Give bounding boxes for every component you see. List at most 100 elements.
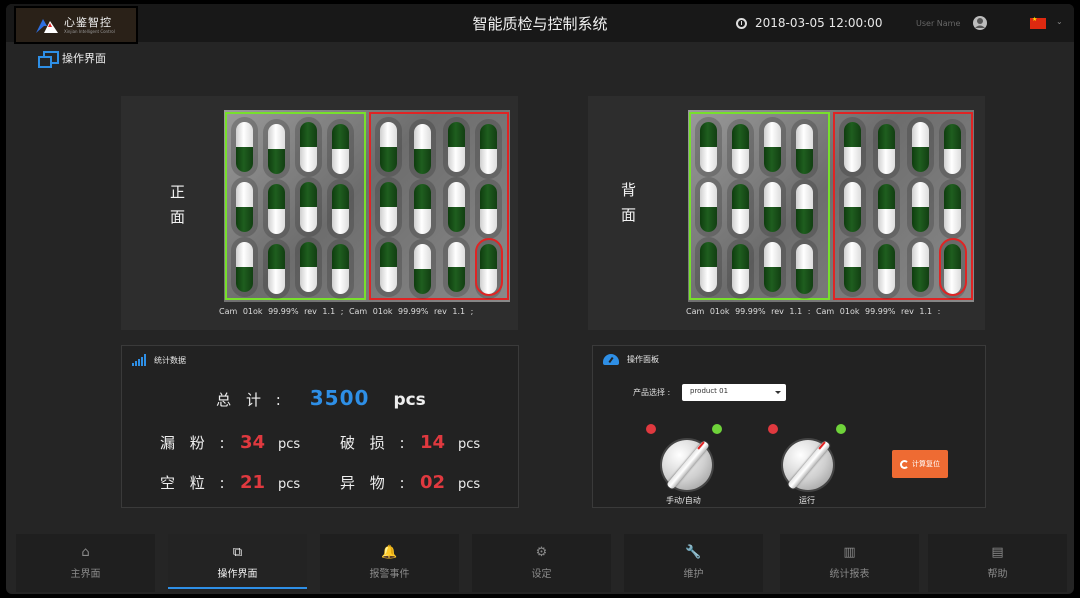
stat-unit: pcs bbox=[458, 437, 481, 452]
camera-caption-front: Cam 01ok 99.99% rev 1.1 ; Cam 01ok 99.99… bbox=[219, 307, 474, 316]
nav-alarm-events[interactable]: 🔔 报警事件 bbox=[320, 534, 459, 592]
capsule bbox=[700, 122, 717, 172]
camera-image-front[interactable] bbox=[224, 110, 510, 302]
stat-value: 34 bbox=[240, 432, 266, 453]
run-red-lamp bbox=[768, 424, 778, 434]
capsule bbox=[448, 182, 465, 232]
bar-chart-icon: ▥ bbox=[843, 545, 856, 560]
capsule bbox=[414, 184, 431, 234]
capsule bbox=[732, 124, 749, 174]
capsule bbox=[912, 122, 929, 172]
nav-statistics-report[interactable]: ▥ 统计报表 bbox=[780, 534, 919, 592]
windows-icon bbox=[38, 51, 59, 68]
nav-help[interactable]: ▤ 帮助 bbox=[928, 534, 1067, 592]
bottom-nav: ⌂ 主界面 ⧉ 操作界面 🔔 报警事件 ⚙ 设定 🔧 维护 ▥ 统计报表 ▤ 帮… bbox=[6, 530, 1074, 592]
capsule bbox=[764, 242, 781, 292]
total-count: 总 计 : 3500 pcs bbox=[122, 386, 520, 410]
clock-icon bbox=[736, 17, 747, 29]
capsule bbox=[480, 124, 497, 174]
nav-label: 设定 bbox=[531, 569, 552, 580]
capsule bbox=[844, 182, 861, 232]
camera-panel-back: 背面 Cam 01ok 99.99% rev 1.1 : Cam 01ok 99… bbox=[588, 96, 985, 330]
capsule bbox=[700, 182, 717, 232]
defect-marker bbox=[939, 238, 967, 296]
capsule bbox=[796, 124, 813, 174]
stat-unit: pcs bbox=[458, 477, 481, 492]
capsule bbox=[332, 184, 349, 234]
run-label: 运行 bbox=[799, 496, 815, 505]
capsule bbox=[380, 242, 397, 292]
user-avatar-icon[interactable] bbox=[971, 15, 989, 31]
top-bar: 心鉴智控 Xinjian Intelligent Control 智能质检与控制… bbox=[6, 4, 1074, 44]
nav-label: 维护 bbox=[683, 569, 704, 580]
capsule bbox=[944, 124, 961, 174]
capsule bbox=[796, 184, 813, 234]
product-select-label: 产品选择 : bbox=[633, 388, 671, 397]
camera-caption-back: Cam 01ok 99.99% rev 1.1 : Cam 01ok 99.99… bbox=[686, 307, 941, 316]
capsule bbox=[448, 242, 465, 292]
stat-label: 异 物 : bbox=[340, 474, 410, 492]
capsule bbox=[300, 122, 317, 172]
app-window: 心鉴智控 Xinjian Intelligent Control 智能质检与控制… bbox=[6, 4, 1074, 594]
nav-label: 主界面 bbox=[70, 569, 101, 580]
manual-auto-knob[interactable] bbox=[662, 440, 712, 490]
manual-red-lamp bbox=[646, 424, 656, 434]
manual-green-lamp bbox=[712, 424, 722, 434]
stat-value: 14 bbox=[420, 432, 446, 453]
chevron-down-icon[interactable]: ⌄ bbox=[1056, 17, 1063, 26]
counter-reset-button[interactable]: 计算复位 bbox=[892, 450, 948, 478]
capsule bbox=[796, 244, 813, 294]
capsule bbox=[380, 182, 397, 232]
capsule bbox=[878, 184, 895, 234]
control-panel-title: 操作面板 bbox=[627, 355, 659, 364]
capsule bbox=[332, 124, 349, 174]
nav-operation[interactable]: ⧉ 操作界面 bbox=[168, 534, 307, 592]
nav-label: 报警事件 bbox=[369, 569, 410, 580]
capsule bbox=[414, 124, 431, 174]
capsule bbox=[912, 182, 929, 232]
stat-unit: pcs bbox=[278, 477, 301, 492]
stat-foreign-matter: 异 物 : 02 pcs bbox=[340, 472, 480, 493]
capsule bbox=[300, 242, 317, 292]
dashboard-icon bbox=[603, 354, 619, 365]
reset-button-label: 计算复位 bbox=[912, 460, 940, 468]
capsule bbox=[878, 124, 895, 174]
side-label-front: 正面 bbox=[168, 184, 186, 234]
capsule bbox=[480, 184, 497, 234]
camera-panel-front: 正面 Cam 01ok 99.99% rev 1.1 ; Cam 01ok 99… bbox=[121, 96, 518, 330]
run-knob[interactable] bbox=[783, 440, 833, 490]
signal-bars-icon bbox=[132, 354, 146, 366]
capsule bbox=[844, 242, 861, 292]
stat-label: 破 损 : bbox=[340, 434, 410, 452]
datetime-display: 2018-03-05 12:00:00 bbox=[736, 16, 882, 30]
stats-panel-header: 统计数据 bbox=[132, 354, 186, 366]
stat-value: 02 bbox=[420, 472, 446, 493]
camera-image-back[interactable] bbox=[688, 110, 974, 302]
stat-unit: pcs bbox=[278, 437, 301, 452]
total-label: 总 计 : bbox=[216, 391, 286, 409]
stat-leak-powder: 漏 粉 : 34 pcs bbox=[160, 432, 300, 453]
capsule bbox=[300, 182, 317, 232]
capsule bbox=[236, 242, 253, 292]
nav-maintenance[interactable]: 🔧 维护 bbox=[624, 534, 763, 592]
capsule bbox=[236, 122, 253, 172]
book-icon: ▤ bbox=[991, 545, 1004, 560]
capsule bbox=[844, 122, 861, 172]
nav-home[interactable]: ⌂ 主界面 bbox=[16, 534, 155, 592]
wrench-icon: 🔧 bbox=[685, 545, 702, 560]
capsule bbox=[414, 244, 431, 294]
stat-label: 漏 粉 : bbox=[160, 434, 230, 452]
stat-label: 空 粒 : bbox=[160, 474, 230, 492]
stats-panel: 统计数据 总 计 : 3500 pcs 漏 粉 : 34 pcs 破 损 : 1… bbox=[121, 345, 519, 508]
nav-settings[interactable]: ⚙ 设定 bbox=[472, 534, 611, 592]
nav-label: 统计报表 bbox=[829, 569, 870, 580]
capsule bbox=[268, 244, 285, 294]
nav-label: 操作界面 bbox=[217, 569, 258, 580]
stats-panel-title: 统计数据 bbox=[154, 355, 186, 365]
product-select[interactable]: product 01 bbox=[682, 384, 786, 401]
user-name[interactable]: User Name bbox=[916, 19, 960, 28]
capsule bbox=[268, 124, 285, 174]
capsule bbox=[380, 122, 397, 172]
china-flag-icon[interactable] bbox=[1030, 16, 1046, 29]
gears-icon: ⚙ bbox=[535, 545, 548, 560]
